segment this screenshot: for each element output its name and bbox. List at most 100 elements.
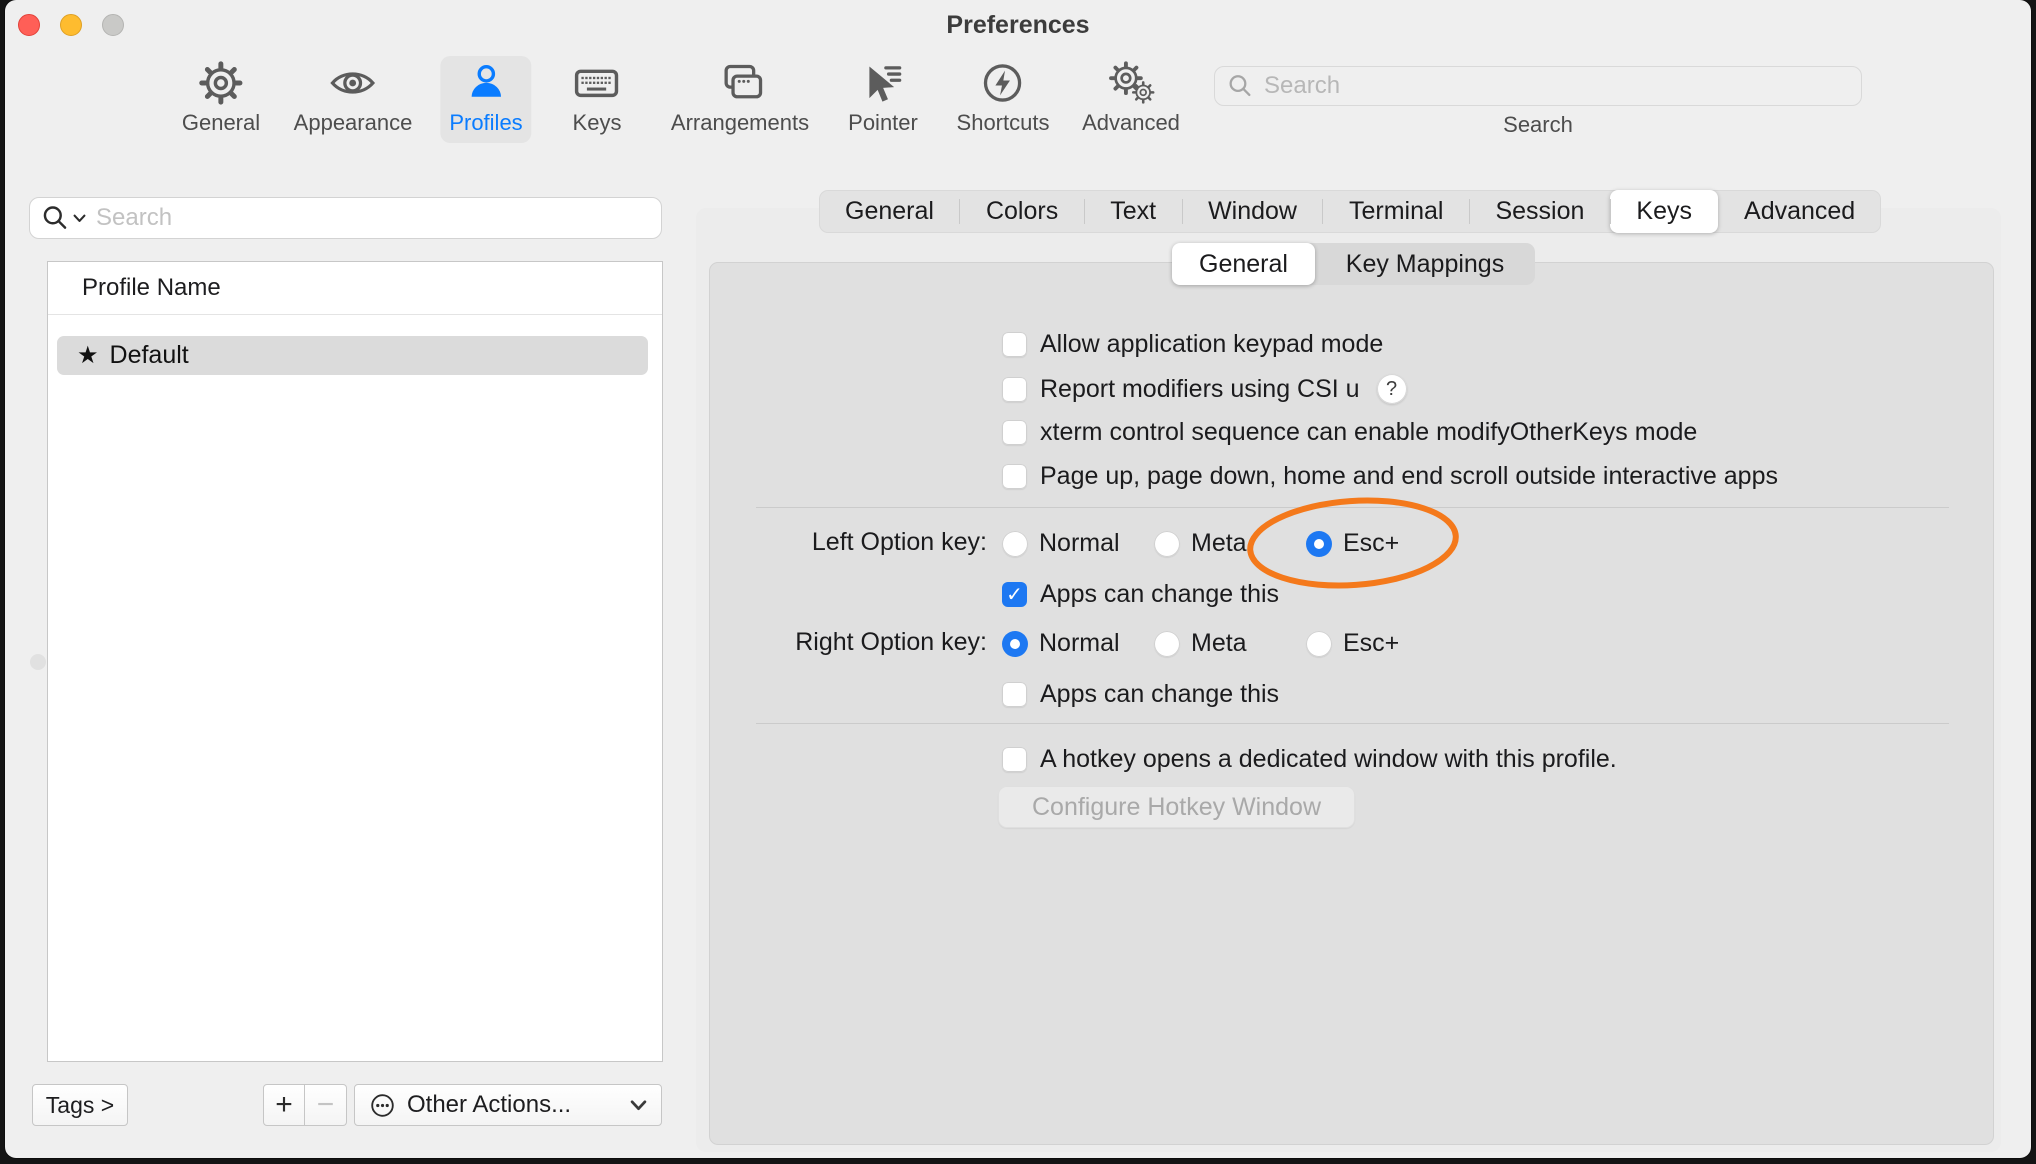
profile-list-header: Profile Name [48, 262, 662, 315]
checkbox-label: Apps can change this [1040, 580, 1279, 609]
window-title: Preferences [5, 11, 2031, 40]
radio-unselected[interactable] [1306, 631, 1332, 657]
toolbar-item-keys[interactable]: Keys [564, 56, 631, 143]
tab-keys[interactable]: Keys [1610, 190, 1718, 233]
radio-unselected[interactable] [1154, 631, 1180, 657]
tab-general[interactable]: General [819, 190, 960, 233]
left-option-esc[interactable]: Esc+ [1306, 529, 1399, 558]
other-actions-dropdown[interactable]: Other Actions... [354, 1084, 662, 1126]
profile-search-field[interactable] [29, 197, 662, 239]
keys-subtabbar: General Key Mappings [1172, 243, 1535, 285]
checkbox-unchecked[interactable] [1002, 747, 1027, 772]
checkbox-label: xterm control sequence can enable modify… [1040, 418, 1697, 447]
tags-button[interactable]: Tags > [32, 1084, 128, 1126]
checkbox-row-keypad[interactable]: Allow application keypad mode [1002, 330, 1383, 359]
tab-window[interactable]: Window [1182, 190, 1323, 233]
checkbox-checked[interactable] [1002, 582, 1027, 607]
right-option-key-label: Right Option key: [707, 627, 987, 657]
chevron-down-icon [73, 214, 86, 223]
subtab-general[interactable]: General [1172, 243, 1315, 285]
divider [756, 723, 1949, 724]
remove-profile-button[interactable]: − [305, 1084, 347, 1126]
chevron-down-icon [630, 1100, 647, 1111]
toolbar-item-arrangements[interactable]: Arrangements [662, 56, 818, 143]
toolbar-item-shortcuts[interactable]: Shortcuts [948, 56, 1059, 143]
left-option-normal[interactable]: Normal [1002, 529, 1120, 558]
checkbox-unchecked[interactable] [1002, 420, 1027, 445]
other-actions-label: Other Actions... [407, 1091, 571, 1119]
toolbar-item-general[interactable]: General [173, 56, 269, 143]
profile-row-default[interactable]: ★ Default [57, 336, 648, 375]
right-option-normal[interactable]: Normal [1002, 629, 1120, 658]
gears-icon [1107, 61, 1155, 105]
profile-list: Profile Name ★ Default [47, 261, 663, 1062]
window-edge-dot [30, 654, 46, 670]
checkbox-label: Report modifiers using CSI u [1040, 375, 1360, 404]
radio-unselected[interactable] [1154, 531, 1180, 557]
hotkey-checkbox-row[interactable]: A hotkey opens a dedicated window with t… [1002, 745, 1617, 774]
left-apps-can-change[interactable]: Apps can change this [1002, 580, 1279, 609]
checkbox-unchecked[interactable] [1002, 682, 1027, 707]
checkbox-label: Allow application keypad mode [1040, 330, 1383, 359]
toolbar-item-label: Keys [573, 110, 622, 136]
desktop: { "window": { "title": "Preferences" }, … [0, 0, 2036, 1164]
star-icon: ★ [77, 344, 99, 368]
preferences-window: Preferences General Appearance Profiles … [5, 0, 2031, 1158]
toolbar-item-label: Shortcuts [957, 110, 1050, 136]
checkbox-unchecked[interactable] [1002, 377, 1027, 402]
gear-icon [197, 61, 245, 105]
checkbox-row-modifyotherkeys[interactable]: xterm control sequence can enable modify… [1002, 418, 1697, 447]
right-option-meta[interactable]: Meta [1154, 629, 1247, 658]
profile-tabbar: General Colors Text Window Terminal Sess… [819, 190, 1881, 233]
tab-terminal[interactable]: Terminal [1323, 190, 1469, 233]
cursor-icon [859, 61, 907, 105]
add-remove-group: + − [263, 1084, 347, 1126]
subtab-key-mappings[interactable]: Key Mappings [1315, 243, 1535, 285]
configure-hotkey-window-button: Configure Hotkey Window [998, 786, 1355, 828]
tab-text[interactable]: Text [1084, 190, 1182, 233]
keyboard-icon [573, 61, 621, 105]
checkbox-row-scroll-outside[interactable]: Page up, page down, home and end scroll … [1002, 462, 1778, 491]
radio-unselected[interactable] [1002, 531, 1028, 557]
left-option-meta[interactable]: Meta [1154, 529, 1247, 558]
checkbox-label: Page up, page down, home and end scroll … [1040, 462, 1778, 491]
checkbox-label: A hotkey opens a dedicated window with t… [1040, 745, 1617, 774]
toolbar-search-field[interactable] [1214, 66, 1862, 106]
toolbar-item-pointer[interactable]: Pointer [839, 56, 927, 143]
profile-name: Default [110, 341, 189, 370]
checkbox-unchecked[interactable] [1002, 332, 1027, 357]
eye-icon [329, 61, 377, 105]
left-option-key-label: Left Option key: [707, 527, 987, 557]
radio-selected[interactable] [1002, 631, 1028, 657]
tab-session[interactable]: Session [1469, 190, 1610, 233]
toolbar-search-input[interactable] [1262, 71, 1849, 101]
toolbar-item-label: Profiles [449, 110, 522, 136]
right-apps-can-change[interactable]: Apps can change this [1002, 680, 1279, 709]
profile-search-input[interactable] [94, 203, 650, 233]
toolbar-item-label: General [182, 110, 260, 136]
checkbox-unchecked[interactable] [1002, 464, 1027, 489]
toolbar-item-profiles[interactable]: Profiles [440, 56, 531, 143]
circled-ellipsis-icon [369, 1092, 396, 1119]
toolbar-item-label: Appearance [294, 110, 413, 136]
checkbox-row-csi-u[interactable]: Report modifiers using CSI u ? [1002, 374, 1407, 404]
toolbar-item-advanced[interactable]: Advanced [1073, 56, 1189, 143]
search-icon [41, 204, 69, 232]
add-profile-button[interactable]: + [263, 1084, 305, 1126]
toolbar-item-appearance[interactable]: Appearance [285, 56, 422, 143]
person-icon [462, 61, 510, 105]
lightning-icon [979, 61, 1027, 105]
help-button[interactable]: ? [1377, 374, 1407, 404]
toolbar-item-label: Arrangements [671, 110, 809, 136]
toolbar-search-label: Search [1214, 112, 1862, 138]
toolbar-item-label: Pointer [848, 110, 918, 136]
tab-colors[interactable]: Colors [960, 190, 1084, 233]
search-icon [1227, 73, 1253, 99]
radio-selected[interactable] [1306, 531, 1332, 557]
toolbar-item-label: Advanced [1082, 110, 1180, 136]
divider [756, 507, 1949, 508]
windows-icon [716, 61, 764, 105]
right-option-esc[interactable]: Esc+ [1306, 629, 1399, 658]
tab-advanced[interactable]: Advanced [1718, 190, 1881, 233]
checkbox-label: Apps can change this [1040, 680, 1279, 709]
